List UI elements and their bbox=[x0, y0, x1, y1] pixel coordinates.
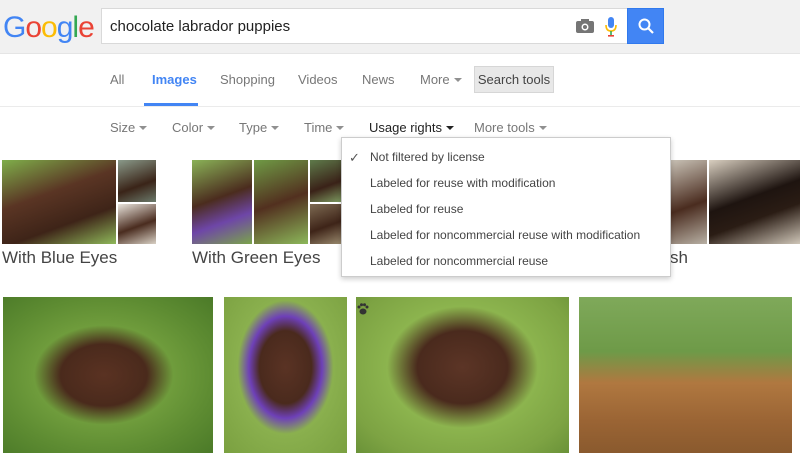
chevron-down-icon bbox=[207, 125, 216, 130]
puppy-thumbnail bbox=[2, 160, 116, 244]
puppy-thumbnail bbox=[709, 160, 800, 244]
tab-news[interactable]: News bbox=[362, 72, 395, 87]
puppy-thumbnail bbox=[118, 204, 156, 244]
tab-all[interactable]: All bbox=[110, 72, 124, 87]
filter-usage-rights[interactable]: Usage rights bbox=[369, 120, 454, 135]
related-search-label: sh bbox=[670, 248, 688, 267]
puppy-thumbnail bbox=[310, 204, 342, 244]
image-result[interactable] bbox=[356, 297, 569, 453]
related-search-green-eyes[interactable]: With Green Eyes bbox=[190, 160, 342, 270]
related-search-label: With Blue Eyes bbox=[2, 248, 118, 267]
tab-videos[interactable]: Videos bbox=[298, 72, 338, 87]
chevron-down-icon bbox=[538, 125, 547, 130]
search-box bbox=[101, 8, 627, 44]
chevron-down-icon bbox=[445, 125, 454, 130]
microphone-icon[interactable] bbox=[605, 17, 617, 37]
search-tools-button[interactable]: Search tools bbox=[474, 66, 554, 93]
puppy-thumbnail bbox=[118, 160, 156, 202]
filter-size-label: Size bbox=[110, 120, 136, 135]
usage-rights-dropdown: ✓ Not filtered by license Labeled for re… bbox=[341, 137, 671, 277]
tab-images[interactable]: Images bbox=[152, 72, 197, 87]
puppy-thumbnail bbox=[254, 160, 308, 244]
image-result[interactable] bbox=[579, 297, 792, 453]
related-search-label: With Green Eyes bbox=[192, 248, 321, 267]
related-search-blue-eyes[interactable]: With Blue Eyes bbox=[0, 160, 160, 270]
puppy-thumbnail bbox=[192, 160, 252, 244]
active-tab-indicator bbox=[144, 103, 198, 106]
filter-type[interactable]: Type bbox=[239, 120, 280, 135]
tab-more-label: More bbox=[420, 72, 450, 87]
filter-more-tools-label: More tools bbox=[474, 120, 535, 135]
search-input[interactable] bbox=[110, 9, 560, 43]
checkmark-icon: ✓ bbox=[349, 150, 360, 165]
filter-usage-rights-label: Usage rights bbox=[369, 120, 442, 135]
filter-color-label: Color bbox=[172, 120, 204, 135]
search-button[interactable] bbox=[627, 8, 664, 44]
google-logo[interactable]: Google bbox=[3, 11, 95, 45]
search-tabs: All Images Shopping Videos News More Sea… bbox=[0, 55, 800, 107]
paw-icon bbox=[357, 303, 369, 315]
search-icon bbox=[638, 18, 654, 34]
image-result[interactable] bbox=[3, 297, 213, 453]
filter-color[interactable]: Color bbox=[172, 120, 216, 135]
chevron-down-icon bbox=[139, 125, 148, 130]
chevron-down-icon bbox=[271, 125, 280, 130]
chevron-down-icon bbox=[453, 77, 462, 82]
menu-item-noncommercial-modification[interactable]: Labeled for noncommercial reuse with mod… bbox=[370, 228, 640, 242]
camera-icon[interactable] bbox=[576, 19, 594, 33]
filter-more-tools[interactable]: More tools bbox=[474, 120, 547, 135]
tab-more[interactable]: More bbox=[420, 72, 462, 87]
filter-type-label: Type bbox=[239, 120, 268, 135]
top-bar: Google bbox=[0, 0, 800, 54]
tab-shopping[interactable]: Shopping bbox=[220, 72, 275, 87]
menu-item-reuse[interactable]: Labeled for reuse bbox=[370, 202, 463, 216]
filter-time[interactable]: Time bbox=[304, 120, 345, 135]
menu-item-reuse-modification[interactable]: Labeled for reuse with modification bbox=[370, 176, 555, 190]
menu-item-noncommercial[interactable]: Labeled for noncommercial reuse bbox=[370, 254, 548, 268]
filter-size[interactable]: Size bbox=[110, 120, 148, 135]
puppy-thumbnail bbox=[310, 160, 342, 202]
menu-item-not-filtered[interactable]: Not filtered by license bbox=[370, 150, 485, 164]
image-result[interactable] bbox=[224, 297, 347, 453]
puppy-thumbnail bbox=[670, 160, 707, 244]
chevron-down-icon bbox=[336, 125, 345, 130]
filter-time-label: Time bbox=[304, 120, 333, 135]
